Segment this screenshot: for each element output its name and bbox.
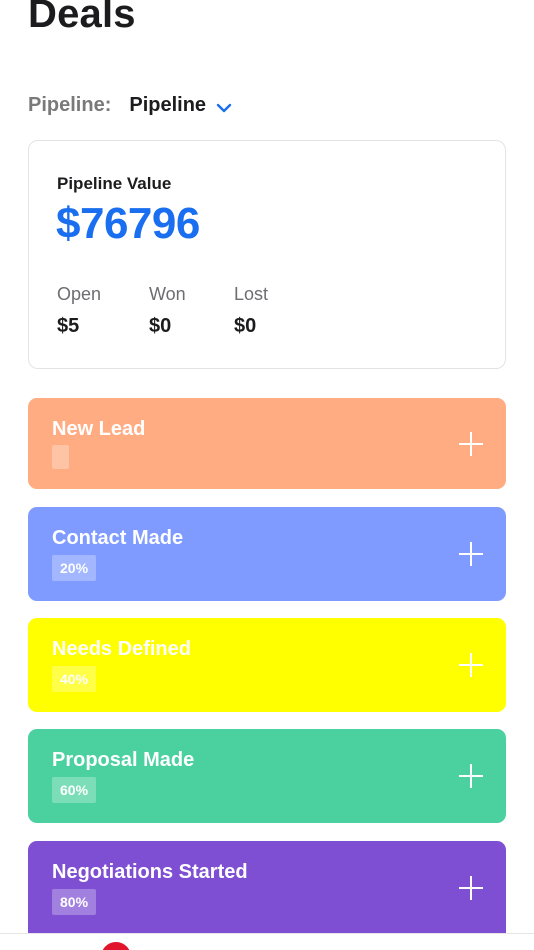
stage-card-negotiations-started[interactable]: Negotiations Started 80%: [28, 841, 506, 935]
plus-icon[interactable]: [458, 541, 484, 567]
stage-probability-badge: 40%: [52, 666, 97, 692]
plus-icon[interactable]: [458, 763, 484, 789]
pipeline-value-label: Pipeline Value: [57, 174, 172, 193]
deals-screen: Deals Pipeline: Pipeline Pipeline Value …: [0, 0, 534, 950]
stage-card-proposal-made[interactable]: Proposal Made 60%: [28, 729, 506, 823]
stat-won-value: $0: [149, 315, 172, 337]
notification-badge-icon[interactable]: [101, 942, 131, 950]
stage-name: Proposal Made: [52, 749, 195, 771]
stat-won-label: Won: [149, 284, 186, 304]
stat-won: Won $0: [149, 284, 186, 338]
stat-lost-label: Lost: [234, 284, 269, 304]
bottom-tab-bar: [0, 933, 534, 950]
stage-card-new-lead[interactable]: New Lead: [28, 398, 506, 489]
stat-lost-value: $0: [234, 315, 257, 337]
stat-open-value: $5: [57, 315, 80, 337]
pipeline-value-amount: $76796: [56, 199, 200, 248]
plus-icon[interactable]: [458, 652, 484, 678]
stage-card-needs-defined[interactable]: Needs Defined 40%: [28, 618, 506, 712]
stat-lost: Lost $0: [234, 284, 268, 338]
stage-probability-badge: 80%: [52, 889, 97, 915]
stage-probability-badge: 60%: [52, 777, 97, 803]
stage-name: Negotiations Started: [52, 861, 248, 883]
pipeline-dropdown[interactable]: Pipeline: [129, 94, 232, 117]
pipeline-label: Pipeline:: [28, 93, 112, 116]
page-title: Deals: [28, 0, 136, 36]
pipeline-selected-value: Pipeline: [129, 93, 207, 116]
stat-open-label: Open: [57, 284, 102, 304]
stage-name: Needs Defined: [52, 638, 191, 660]
stage-name: New Lead: [52, 418, 146, 440]
stage-card-contact-made[interactable]: Contact Made 20%: [28, 507, 506, 601]
pipeline-filter: Pipeline: Pipeline: [28, 90, 232, 120]
pipeline-value-card: Pipeline Value $76796 Open $5 Won $0 Los…: [28, 140, 506, 369]
stat-open: Open $5: [57, 284, 101, 338]
stage-probability-badge: 20%: [52, 555, 97, 581]
plus-icon[interactable]: [458, 875, 484, 901]
plus-icon[interactable]: [458, 431, 484, 457]
stage-probability-badge: [52, 445, 69, 469]
stage-name: Contact Made: [52, 527, 184, 549]
chevron-down-icon: [216, 100, 232, 113]
